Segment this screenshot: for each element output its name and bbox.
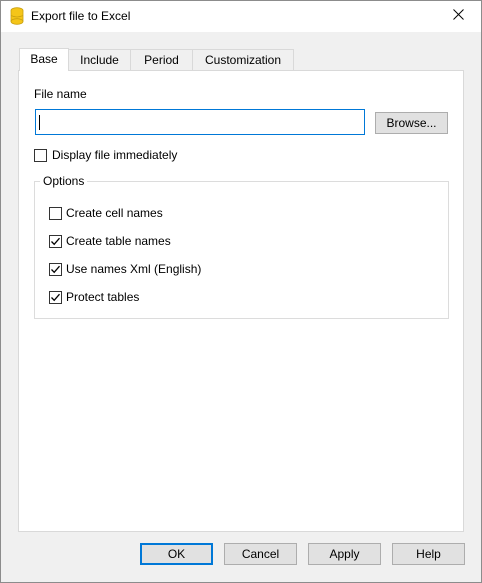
file-name-input[interactable] [35,109,365,135]
options-legend: Options [40,174,88,188]
help-button[interactable]: Help [392,543,465,565]
create-table-names-label: Create table names [66,234,171,248]
checkmark-icon [51,237,60,246]
use-names-xml-checkbox[interactable] [49,263,62,276]
tab-panel-base: File name Browse... Display file immedia… [18,70,464,532]
tab-customization[interactable]: Customization [192,49,294,71]
protect-tables-label: Protect tables [66,290,140,304]
text-caret [39,115,40,130]
export-excel-dialog: Export file to Excel Base Include Period… [0,0,482,583]
checkmark-icon [51,265,60,274]
protect-tables-checkbox[interactable] [49,291,62,304]
app-icon [10,7,24,25]
checkmark-icon [51,293,60,302]
title-bar: Export file to Excel [1,1,481,32]
ok-button[interactable]: OK [140,543,213,565]
tab-include[interactable]: Include [68,49,131,71]
close-icon [452,9,464,23]
display-file-checkbox[interactable] [34,149,47,162]
use-names-xml-label: Use names Xml (English) [66,262,202,276]
create-cell-names-checkbox[interactable] [49,207,62,220]
options-groupbox: Options Create cell names Create table n… [34,174,449,319]
window-title: Export file to Excel [31,9,131,23]
tab-period[interactable]: Period [130,49,193,71]
close-button[interactable] [435,1,481,31]
apply-button[interactable]: Apply [308,543,381,565]
browse-button[interactable]: Browse... [375,112,448,134]
display-file-label: Display file immediately [52,148,178,162]
create-table-names-checkbox[interactable] [49,235,62,248]
tab-base[interactable]: Base [19,48,69,71]
create-cell-names-label: Create cell names [66,206,163,220]
file-name-label: File name [34,87,87,101]
cancel-button[interactable]: Cancel [224,543,297,565]
